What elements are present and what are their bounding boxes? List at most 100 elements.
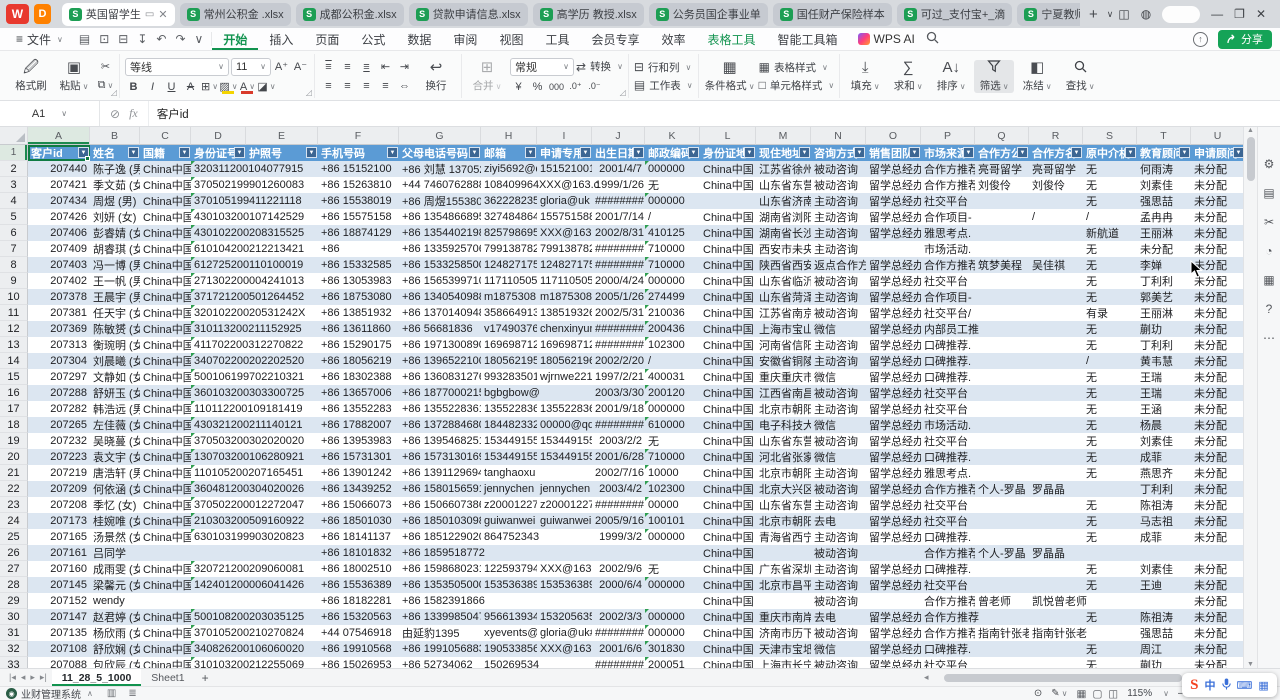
frame-tool-icon[interactable]: ▦ — [1263, 273, 1274, 287]
cell-A9[interactable]: 207402 — [28, 273, 90, 289]
print-preview-icon[interactable]: ⊡ — [99, 32, 109, 46]
cell-B30[interactable]: 赵君婷 (女 — [90, 609, 140, 625]
cell-U32[interactable]: 未分配 — [1191, 641, 1243, 657]
cell-J30[interactable]: 2002/3/3 — [592, 609, 645, 625]
cell-I15[interactable]: wjrnwe221 — [537, 369, 592, 385]
cell-A20[interactable]: 207223 — [28, 449, 90, 465]
cell-J9[interactable]: 2000/4/24 — [592, 273, 645, 289]
file-tab[interactable]: S贷款申请信息.xlsx — [409, 3, 528, 26]
cell-K27[interactable]: 无 — [645, 561, 700, 577]
cell-R18[interactable] — [1029, 417, 1083, 433]
cell-O19[interactable]: 留学总经办 — [866, 433, 921, 449]
cell-J29[interactable] — [592, 593, 645, 609]
cell-I9[interactable]: 117110505 — [537, 273, 592, 289]
cell-O5[interactable]: 留学总经办 — [866, 209, 921, 225]
column-header-E[interactable]: E — [246, 127, 318, 145]
cell-T9[interactable]: 丁利利 — [1137, 273, 1191, 289]
cell-O4[interactable]: 留学总经办 — [866, 193, 921, 209]
cell-H10[interactable]: m1875308 — [481, 289, 537, 305]
cell-L14[interactable]: China中国 — [700, 353, 756, 369]
decrease-font-icon[interactable]: A⁻ — [292, 59, 309, 75]
cell-A18[interactable]: 207265 — [28, 417, 90, 433]
sort-button[interactable]: A↓ 排序∨ — [931, 60, 971, 93]
cell-Q22[interactable]: 个人-罗晶 — [975, 481, 1029, 497]
cell-C22[interactable]: China中国 — [140, 481, 191, 497]
cell-F33[interactable]: +86 15026953 — [318, 657, 399, 668]
settings-icon[interactable]: ⚙ — [1264, 157, 1275, 171]
cell-T29[interactable] — [1137, 593, 1191, 609]
cell-L17[interactable]: China中国 — [700, 401, 756, 417]
cell-T21[interactable]: 燕思齐 — [1137, 465, 1191, 481]
cell-A22[interactable]: 207209 — [28, 481, 90, 497]
cell-H14[interactable]: 180562195 — [481, 353, 537, 369]
decrease-decimal-icon[interactable]: .0⁻ — [586, 79, 603, 95]
cell-U25[interactable]: 未分配 — [1191, 529, 1243, 545]
cell-A30[interactable]: 207147 — [28, 609, 90, 625]
cell-T11[interactable]: 王丽淋 — [1137, 305, 1191, 321]
cell-S12[interactable]: 无 — [1083, 321, 1137, 337]
cell-L21[interactable]: China中国 — [700, 465, 756, 481]
cell-H7[interactable]: 799138782 — [481, 241, 537, 257]
cell-M31[interactable]: 济南市历下 — [756, 625, 811, 641]
cell-B15[interactable]: 文静如 (女 — [90, 369, 140, 385]
cell-S22[interactable] — [1083, 481, 1137, 497]
cell-R19[interactable] — [1029, 433, 1083, 449]
wrap-text-button[interactable]: ↩ 换行 — [416, 60, 456, 93]
cell-M11[interactable]: 江苏省南京 — [756, 305, 811, 321]
align-left-icon[interactable]: ≡ — [320, 78, 337, 94]
cell-N26[interactable]: 被动咨询 — [811, 545, 866, 561]
cell-J3[interactable]: 1999/1/26 — [592, 177, 645, 193]
cell-H12[interactable]: v17490376 — [481, 321, 537, 337]
prev-sheet-icon[interactable]: ◂ — [21, 672, 26, 683]
cell-Q12[interactable] — [975, 321, 1029, 337]
tab-list-chevron-icon[interactable]: ∨ — [1107, 9, 1114, 20]
cell-Q9[interactable] — [975, 273, 1029, 289]
cell-K7[interactable]: 710000 — [645, 241, 700, 257]
cell-C30[interactable]: China中国 — [140, 609, 191, 625]
row-header-14[interactable]: 14 — [0, 353, 28, 369]
cell-Q32[interactable] — [975, 641, 1029, 657]
cell-F21[interactable]: +86 13901242 — [318, 465, 399, 481]
cell-Q27[interactable] — [975, 561, 1029, 577]
cell-D23[interactable]: 370502200012272047 — [191, 497, 246, 513]
cell-T4[interactable]: 强思喆 — [1137, 193, 1191, 209]
cell-S2[interactable]: 无 — [1083, 161, 1137, 177]
cell-D16[interactable]: 360103200303300725 — [191, 385, 246, 401]
share-button[interactable]: 分享 — [1218, 30, 1272, 49]
cell-U15[interactable]: 未分配 — [1191, 369, 1243, 385]
cell-S23[interactable]: 无 — [1083, 497, 1137, 513]
menu-数据[interactable]: 数据 — [396, 29, 442, 50]
cell-J32[interactable]: 2001/6/6 — [592, 641, 645, 657]
cell-U12[interactable]: 未分配 — [1191, 321, 1243, 337]
sum-button[interactable]: ∑ 求和∨ — [888, 60, 928, 93]
cell-F5[interactable]: +86 15575158 — [318, 209, 399, 225]
cell-P7[interactable]: 市场活动. — [921, 241, 975, 257]
cell-G19[interactable]: +86 1395468251 — [399, 433, 481, 449]
close-icon[interactable]: ✕ — [1256, 7, 1266, 21]
cell-D32[interactable]: 340826200106060020 — [191, 641, 246, 657]
cell-F9[interactable]: +86 13053983 — [318, 273, 399, 289]
cell-F6[interactable]: +86 18874129 — [318, 225, 399, 241]
cell-P2[interactable]: 合作方推荐 — [921, 161, 975, 177]
insert-function-icon[interactable]: fx — [129, 106, 138, 121]
file-tab[interactable]: S英国留学生▭✕ — [62, 3, 175, 26]
zoom-chevron-icon[interactable]: ∨ — [1163, 689, 1169, 698]
page-break-view-icon[interactable]: ◫ — [1108, 688, 1118, 700]
upload-cloud-icon[interactable]: ↑ — [1193, 32, 1208, 47]
header-cell-U1[interactable]: 申请顾问▼ — [1191, 145, 1243, 161]
cell-D30[interactable]: 500108200203035125 — [191, 609, 246, 625]
cell-L13[interactable]: China中国 — [700, 337, 756, 353]
cell-M3[interactable]: 山东省东营 — [756, 177, 811, 193]
filter-dropdown-icon[interactable]: ▼ — [688, 147, 699, 158]
cell-O28[interactable]: 留学总经办 — [866, 577, 921, 593]
cell-S30[interactable]: 无 — [1083, 609, 1137, 625]
cell-R13[interactable] — [1029, 337, 1083, 353]
cell-G7[interactable]: +86 1335925706 — [399, 241, 481, 257]
cell-H23[interactable]: z20001227 — [481, 497, 537, 513]
worksheet-button[interactable]: ▤工作表∨ — [634, 78, 693, 93]
cell-H9[interactable]: 117110505 — [481, 273, 537, 289]
cell-J17[interactable]: 2001/9/18 — [592, 401, 645, 417]
cell-N27[interactable]: 主动咨询 — [811, 561, 866, 577]
cell-L3[interactable]: China中国 — [700, 177, 756, 193]
cell-J6[interactable]: 2002/8/31 — [592, 225, 645, 241]
